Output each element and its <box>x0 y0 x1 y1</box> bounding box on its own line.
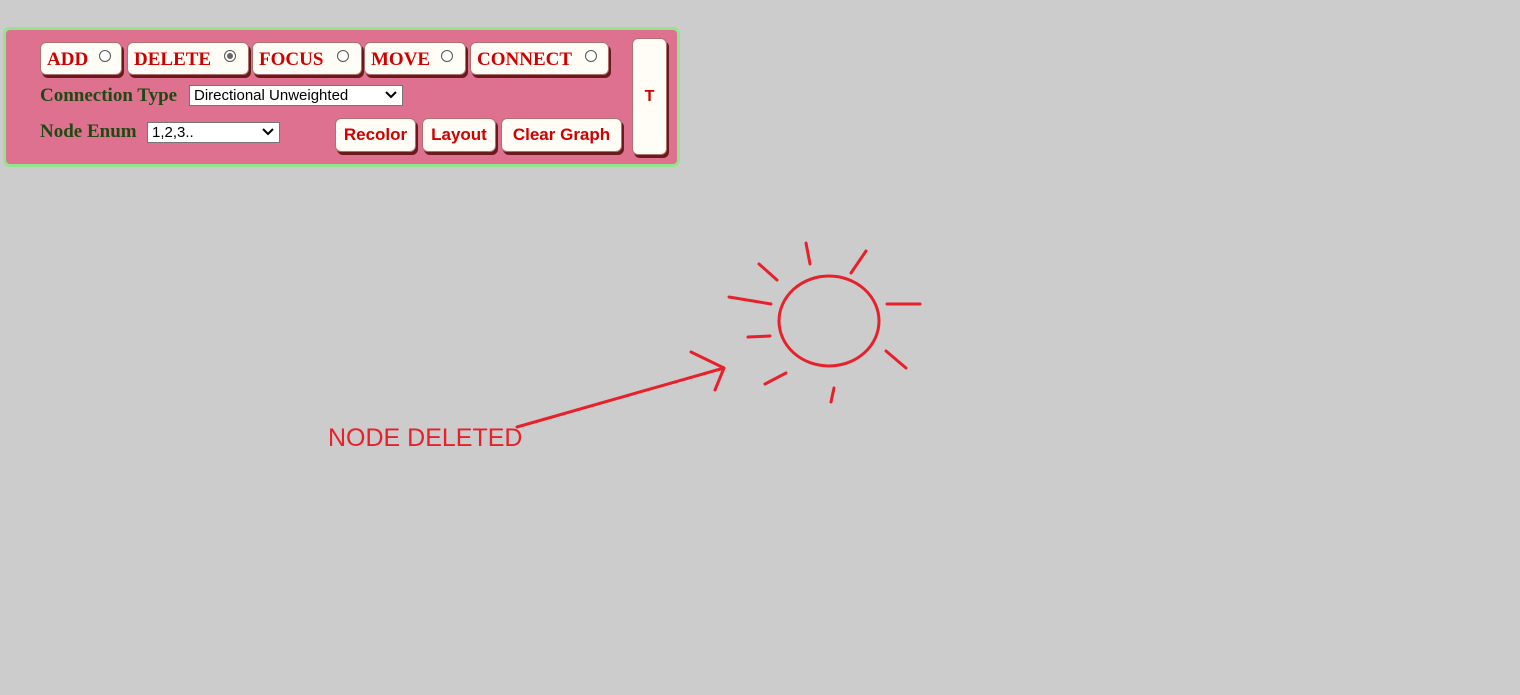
deleted-node-outline <box>777 274 881 368</box>
burst-ray <box>727 295 773 306</box>
burst-ray <box>757 262 779 282</box>
deleted-node-burst-icon <box>727 241 922 404</box>
burst-ray <box>884 349 908 370</box>
node-deleted-annotation: NODE DELETED <box>328 424 523 452</box>
annotation-arrow-icon <box>515 350 726 429</box>
burst-ray <box>829 386 836 404</box>
annotation-layer <box>515 241 922 429</box>
burst-ray <box>763 371 788 386</box>
burst-ray <box>849 249 868 275</box>
burst-ray <box>746 334 772 339</box>
burst-ray <box>804 241 812 266</box>
